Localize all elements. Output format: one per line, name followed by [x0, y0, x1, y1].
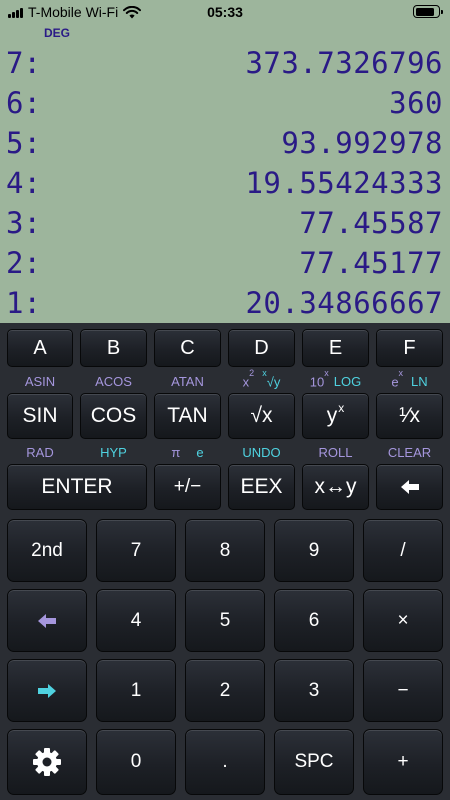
label-x-root-y: x√y — [262, 368, 281, 390]
key-multiply[interactable]: × — [363, 589, 443, 652]
stack-value: 373.7326796 — [245, 46, 443, 80]
gear-icon — [33, 748, 61, 776]
label-roll: ROLL — [318, 444, 353, 460]
label-pi-e: π e — [154, 444, 221, 460]
shift-left-icon — [38, 613, 56, 628]
stack-value: 19.55424333 — [245, 166, 443, 200]
key-enter[interactable]: ENTER — [7, 464, 147, 510]
power-base: y — [326, 404, 338, 427]
key-a[interactable]: A — [7, 329, 73, 367]
key-power[interactable]: yx — [302, 393, 369, 439]
stack-level-label: 4: — [6, 166, 41, 200]
label-clear: CLEAR — [387, 444, 432, 460]
stack-level-label: 5: — [6, 126, 41, 160]
key-change-sign[interactable]: +/− — [154, 464, 221, 510]
key-settings[interactable] — [7, 729, 87, 795]
ten-x-exp: x — [324, 367, 329, 378]
stack-display: DEG 7: 373.7326796 6: 360 5: 93.992978 4… — [0, 24, 450, 323]
x-squared-exp: 2 — [249, 367, 255, 378]
key-eex[interactable]: EEX — [228, 464, 295, 510]
key-subtract[interactable]: − — [363, 659, 443, 722]
angle-mode-indicator: DEG — [44, 26, 71, 40]
label-pi: π — [171, 444, 181, 460]
stack-row-7: 7: 373.7326796 — [0, 44, 450, 84]
key-tan[interactable]: TAN — [154, 393, 221, 439]
key-1[interactable]: 1 — [96, 659, 176, 722]
label-hyp: HYP — [100, 444, 127, 460]
label-ten-x-log: 10x LOG — [302, 368, 369, 390]
stack-row-4: 4: 19.55424333 — [0, 164, 450, 204]
key-6[interactable]: 6 — [274, 589, 354, 652]
keypad: A B C D E F ASIN ACOS ATAN x2 x√y 10x LO… — [0, 323, 450, 800]
stack-value: 93.992978 — [281, 126, 443, 160]
stack-value: 20.34866667 — [245, 286, 443, 320]
key-d[interactable]: D — [228, 329, 295, 367]
key-c[interactable]: C — [154, 329, 221, 367]
key-f[interactable]: F — [376, 329, 443, 367]
e-x-base: e — [391, 374, 399, 390]
stack-row-3: 3: 77.45587 — [0, 204, 450, 244]
stack-level-label: 3: — [6, 206, 41, 240]
shift-right-icon — [38, 683, 56, 698]
key-add[interactable]: + — [363, 729, 443, 795]
label-ln: LN — [411, 373, 428, 389]
stack-value: 360 — [389, 86, 443, 120]
stack-value: 77.45177 — [299, 246, 443, 280]
x-root-exp: x — [262, 367, 267, 378]
label-log: LOG — [333, 373, 362, 389]
stack-level-label: 2: — [6, 246, 41, 280]
label-square-root-y: x2 x√y — [228, 368, 295, 390]
stack-row-6: 6: 360 — [0, 84, 450, 124]
key-2nd[interactable]: 2nd — [7, 519, 87, 582]
key-8[interactable]: 8 — [185, 519, 265, 582]
power-exp: x — [338, 401, 345, 415]
label-ex-ln: ex LN — [376, 368, 443, 390]
backspace-arrow-icon — [400, 480, 419, 494]
label-undo: UNDO — [242, 444, 281, 460]
stack-row-2: 2: 77.45177 — [0, 244, 450, 284]
key-cos[interactable]: COS — [80, 393, 147, 439]
stack-level-label: 6: — [6, 86, 41, 120]
label-asin: ASIN — [24, 373, 56, 389]
key-reciprocal[interactable]: ¹⁄x — [376, 393, 443, 439]
key-e[interactable]: E — [302, 329, 369, 367]
stack-row-5: 5: 93.992978 — [0, 124, 450, 164]
key-7[interactable]: 7 — [96, 519, 176, 582]
key-9[interactable]: 9 — [274, 519, 354, 582]
key-backspace[interactable] — [376, 464, 443, 510]
label-e-power-x: ex — [391, 368, 403, 390]
stack-row-1: 1: 20.34866667 — [0, 284, 450, 324]
battery-icon — [413, 5, 443, 18]
key-4[interactable]: 4 — [96, 589, 176, 652]
status-bar: T-Mobile Wi-Fi 05:33 — [0, 0, 450, 24]
key-swap[interactable]: x↔y — [302, 464, 369, 510]
clock: 05:33 — [207, 4, 243, 20]
label-acos: ACOS — [95, 373, 132, 389]
key-3[interactable]: 3 — [274, 659, 354, 722]
label-rad: RAD — [26, 444, 54, 460]
key-5[interactable]: 5 — [185, 589, 265, 652]
stack-level-label: 1: — [6, 286, 41, 320]
stack-value: 77.45587 — [299, 206, 443, 240]
key-decimal[interactable]: . — [185, 729, 265, 795]
ten-x-base: 10 — [309, 374, 325, 390]
label-x-squared: x2 — [243, 368, 255, 389]
label-atan: ATAN — [171, 373, 204, 389]
key-divide[interactable]: / — [363, 519, 443, 582]
key-sin[interactable]: SIN — [7, 393, 73, 439]
label-ten-power-x: 10x — [309, 368, 329, 390]
x-root-base: √y — [266, 374, 281, 390]
label-e-const: e — [196, 444, 204, 460]
key-2[interactable]: 2 — [185, 659, 265, 722]
key-shift-right[interactable] — [7, 659, 87, 722]
key-square-root[interactable]: √x — [228, 393, 295, 439]
stack-level-label: 7: — [6, 46, 41, 80]
key-0[interactable]: 0 — [96, 729, 176, 795]
key-space[interactable]: SPC — [274, 729, 354, 795]
e-x-exp: x — [398, 367, 404, 378]
key-b[interactable]: B — [80, 329, 147, 367]
key-shift-left[interactable] — [7, 589, 87, 652]
